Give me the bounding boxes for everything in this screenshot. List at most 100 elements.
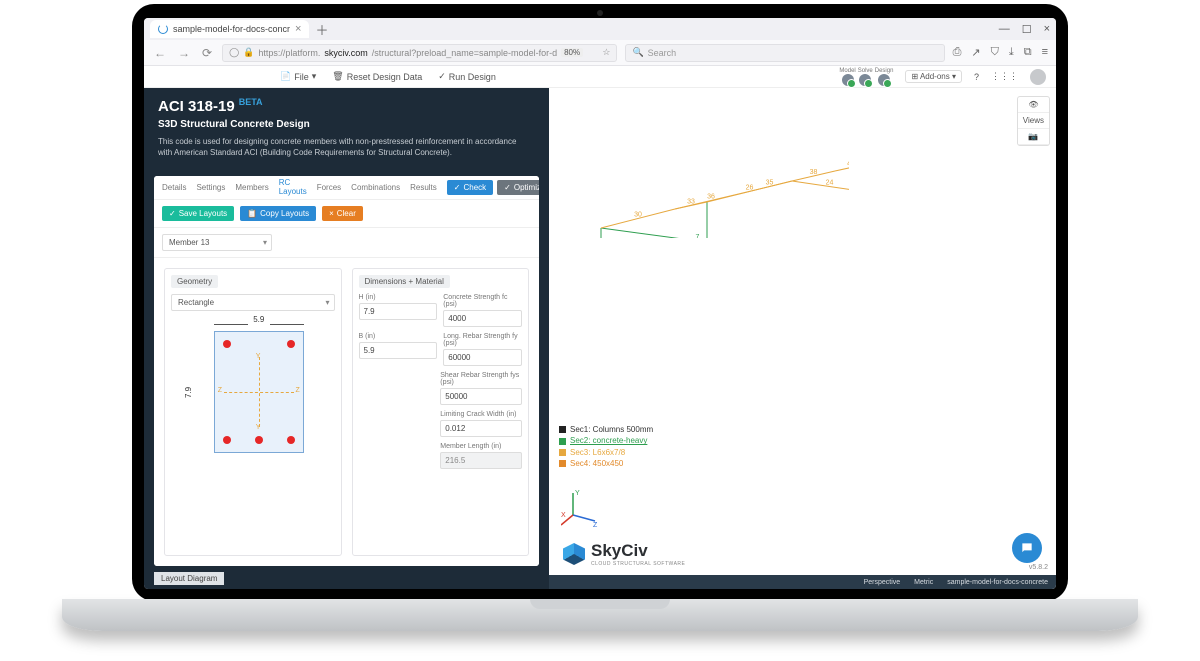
b-input[interactable]: [359, 342, 438, 359]
shield2-icon[interactable]: ⛉: [991, 46, 999, 59]
svg-text:38: 38: [810, 169, 818, 176]
tab-title: sample-model-for-docs-concr: [173, 24, 290, 34]
user-avatar[interactable]: [1030, 69, 1046, 85]
addons-menu[interactable]: ⊞ Add-ons ▾: [905, 70, 962, 83]
legend-sec2[interactable]: Sec2: concrete-heavy: [570, 435, 647, 446]
dim-height: 7.9: [184, 331, 193, 453]
svg-text:X: X: [561, 512, 566, 519]
menu-icon[interactable]: ≡: [1042, 46, 1048, 59]
star-icon[interactable]: ☆: [602, 47, 610, 58]
crack-input[interactable]: [440, 420, 522, 437]
tab-rc-layouts[interactable]: RC Layouts: [279, 178, 307, 202]
model-wireframe: 1256971213112228810342139444552262924273…: [549, 88, 849, 238]
copy-layouts-button[interactable]: 📋 Copy Layouts: [240, 206, 316, 221]
browser-search[interactable]: 🔍 Search: [625, 44, 944, 62]
fc-label: Concrete Strength fc (psi): [443, 294, 522, 308]
tab-forces[interactable]: Forces: [317, 183, 341, 192]
units-toggle[interactable]: Metric: [914, 579, 933, 586]
status-bar: Perspective Metric sample-model-for-docs…: [549, 575, 1056, 589]
length-label: Member Length (in): [440, 443, 522, 450]
dim-width: 5.9: [214, 315, 304, 324]
search-icon: 🔍: [632, 47, 643, 58]
axis-z-label: Z: [295, 387, 299, 394]
section-diagram: 5.9 7.9: [171, 317, 335, 457]
rebar-dot: [287, 436, 295, 444]
svg-text:36: 36: [707, 194, 715, 201]
check-button[interactable]: ✓ Check: [447, 180, 493, 195]
tabs-row: Details Settings Members RC Layouts Forc…: [154, 176, 539, 200]
clear-button[interactable]: × Clear: [322, 206, 363, 221]
h-label: H (in): [359, 294, 438, 301]
svg-text:35: 35: [766, 180, 774, 187]
fy-label: Long. Rebar Strength fy (psi): [443, 333, 522, 347]
apps-icon[interactable]: ⋮⋮⋮: [991, 71, 1018, 82]
browser-url-bar: ← → ⟳ ◯ 🔒 https://platform.skyciv.com/st…: [144, 40, 1056, 66]
url-prefix: https://platform.: [258, 48, 320, 58]
b-label: B (in): [359, 333, 438, 340]
browser-tab[interactable]: sample-model-for-docs-concr ×: [150, 20, 309, 38]
shape-select[interactable]: Rectangle: [171, 294, 335, 311]
wand-icon[interactable]: ↗: [971, 46, 980, 59]
tab-details[interactable]: Details: [162, 183, 186, 192]
stage-solve-icon[interactable]: [859, 74, 871, 86]
layout-diagram-tab[interactable]: Layout Diagram: [154, 572, 539, 585]
close-tab-icon[interactable]: ×: [295, 23, 301, 35]
tab-settings[interactable]: Settings: [196, 183, 225, 192]
zoom-badge[interactable]: 80%: [561, 48, 583, 57]
h-input[interactable]: [359, 303, 438, 320]
legend-sec4: Sec4: 450x450: [570, 458, 623, 469]
tab-results[interactable]: Results: [410, 183, 437, 192]
reset-design-button[interactable]: 🗑 Reset Design Data: [332, 71, 422, 82]
reload-button[interactable]: ⟳: [200, 46, 214, 60]
perspective-toggle[interactable]: Perspective: [864, 579, 901, 586]
fc-input[interactable]: [443, 310, 522, 327]
panel-subtitle: S3D Structural Concrete Design: [158, 119, 535, 130]
window-minimize-icon[interactable]: —: [999, 23, 1010, 36]
length-input: [440, 452, 522, 469]
chat-button[interactable]: [1012, 533, 1042, 563]
window-close-icon[interactable]: ×: [1044, 23, 1050, 36]
lock-icon: 🔒: [243, 47, 254, 58]
tab-combinations[interactable]: Combinations: [351, 183, 400, 192]
fy-input[interactable]: [443, 349, 522, 366]
viewport-controls: 👁 Views 📷: [1017, 96, 1050, 146]
screenshot-button[interactable]: 📷: [1018, 129, 1049, 145]
svg-text:Z: Z: [593, 522, 598, 527]
rebar-dot: [223, 436, 231, 444]
window-maximize-icon[interactable]: ☐: [1022, 23, 1032, 36]
stage-model-icon[interactable]: [842, 74, 854, 86]
axis-y-label: Y: [256, 353, 261, 360]
new-tab-button[interactable]: ＋: [315, 20, 328, 39]
run-design-button[interactable]: ✓ Run Design: [438, 71, 496, 82]
member-select[interactable]: Member 13: [162, 234, 272, 251]
skyciv-logo: SkyCivCLOUD STRUCTURAL SOFTWARE: [563, 541, 685, 567]
tab-members[interactable]: Members: [235, 183, 268, 192]
forward-button[interactable]: →: [176, 46, 192, 60]
help-icon[interactable]: ?: [974, 72, 979, 82]
library-icon[interactable]: ⎙: [953, 46, 962, 59]
axis-z-label: Z: [218, 387, 222, 394]
stage-design-icon[interactable]: [878, 74, 890, 86]
dimensions-header: Dimensions + Material: [359, 275, 450, 288]
optimize-button[interactable]: ✓ Optimize: [497, 180, 539, 195]
fys-label: Shear Rebar Strength fys (psi): [440, 372, 522, 386]
rebar-dot: [255, 436, 263, 444]
panel-description: This code is used for designing concrete…: [158, 136, 528, 158]
back-button[interactable]: ←: [152, 46, 168, 60]
beta-badge: BETA: [239, 97, 263, 107]
logo-icon: [563, 543, 585, 565]
screen: sample-model-for-docs-concr × ＋ — ☐ × ← …: [144, 18, 1056, 589]
url-suffix: /structural?preload_name=sample-model-fo…: [372, 48, 557, 58]
svg-text:Y: Y: [575, 490, 580, 497]
download-icon[interactable]: ⤓: [1009, 46, 1014, 59]
views-button[interactable]: Views: [1018, 113, 1049, 129]
visibility-toggle[interactable]: 👁: [1018, 97, 1049, 113]
address-bar[interactable]: ◯ 🔒 https://platform.skyciv.com/structur…: [222, 44, 617, 62]
file-menu[interactable]: 📄 File ▾: [280, 71, 316, 82]
svg-text:30: 30: [634, 212, 642, 219]
save-layouts-button[interactable]: ✓ Save Layouts: [162, 206, 234, 221]
fys-input[interactable]: [440, 388, 522, 405]
open-icon[interactable]: ⧉: [1024, 46, 1032, 59]
3d-viewport[interactable]: 1256971213112228810342139444552262924273…: [549, 88, 1056, 589]
svg-text:7: 7: [696, 234, 700, 238]
